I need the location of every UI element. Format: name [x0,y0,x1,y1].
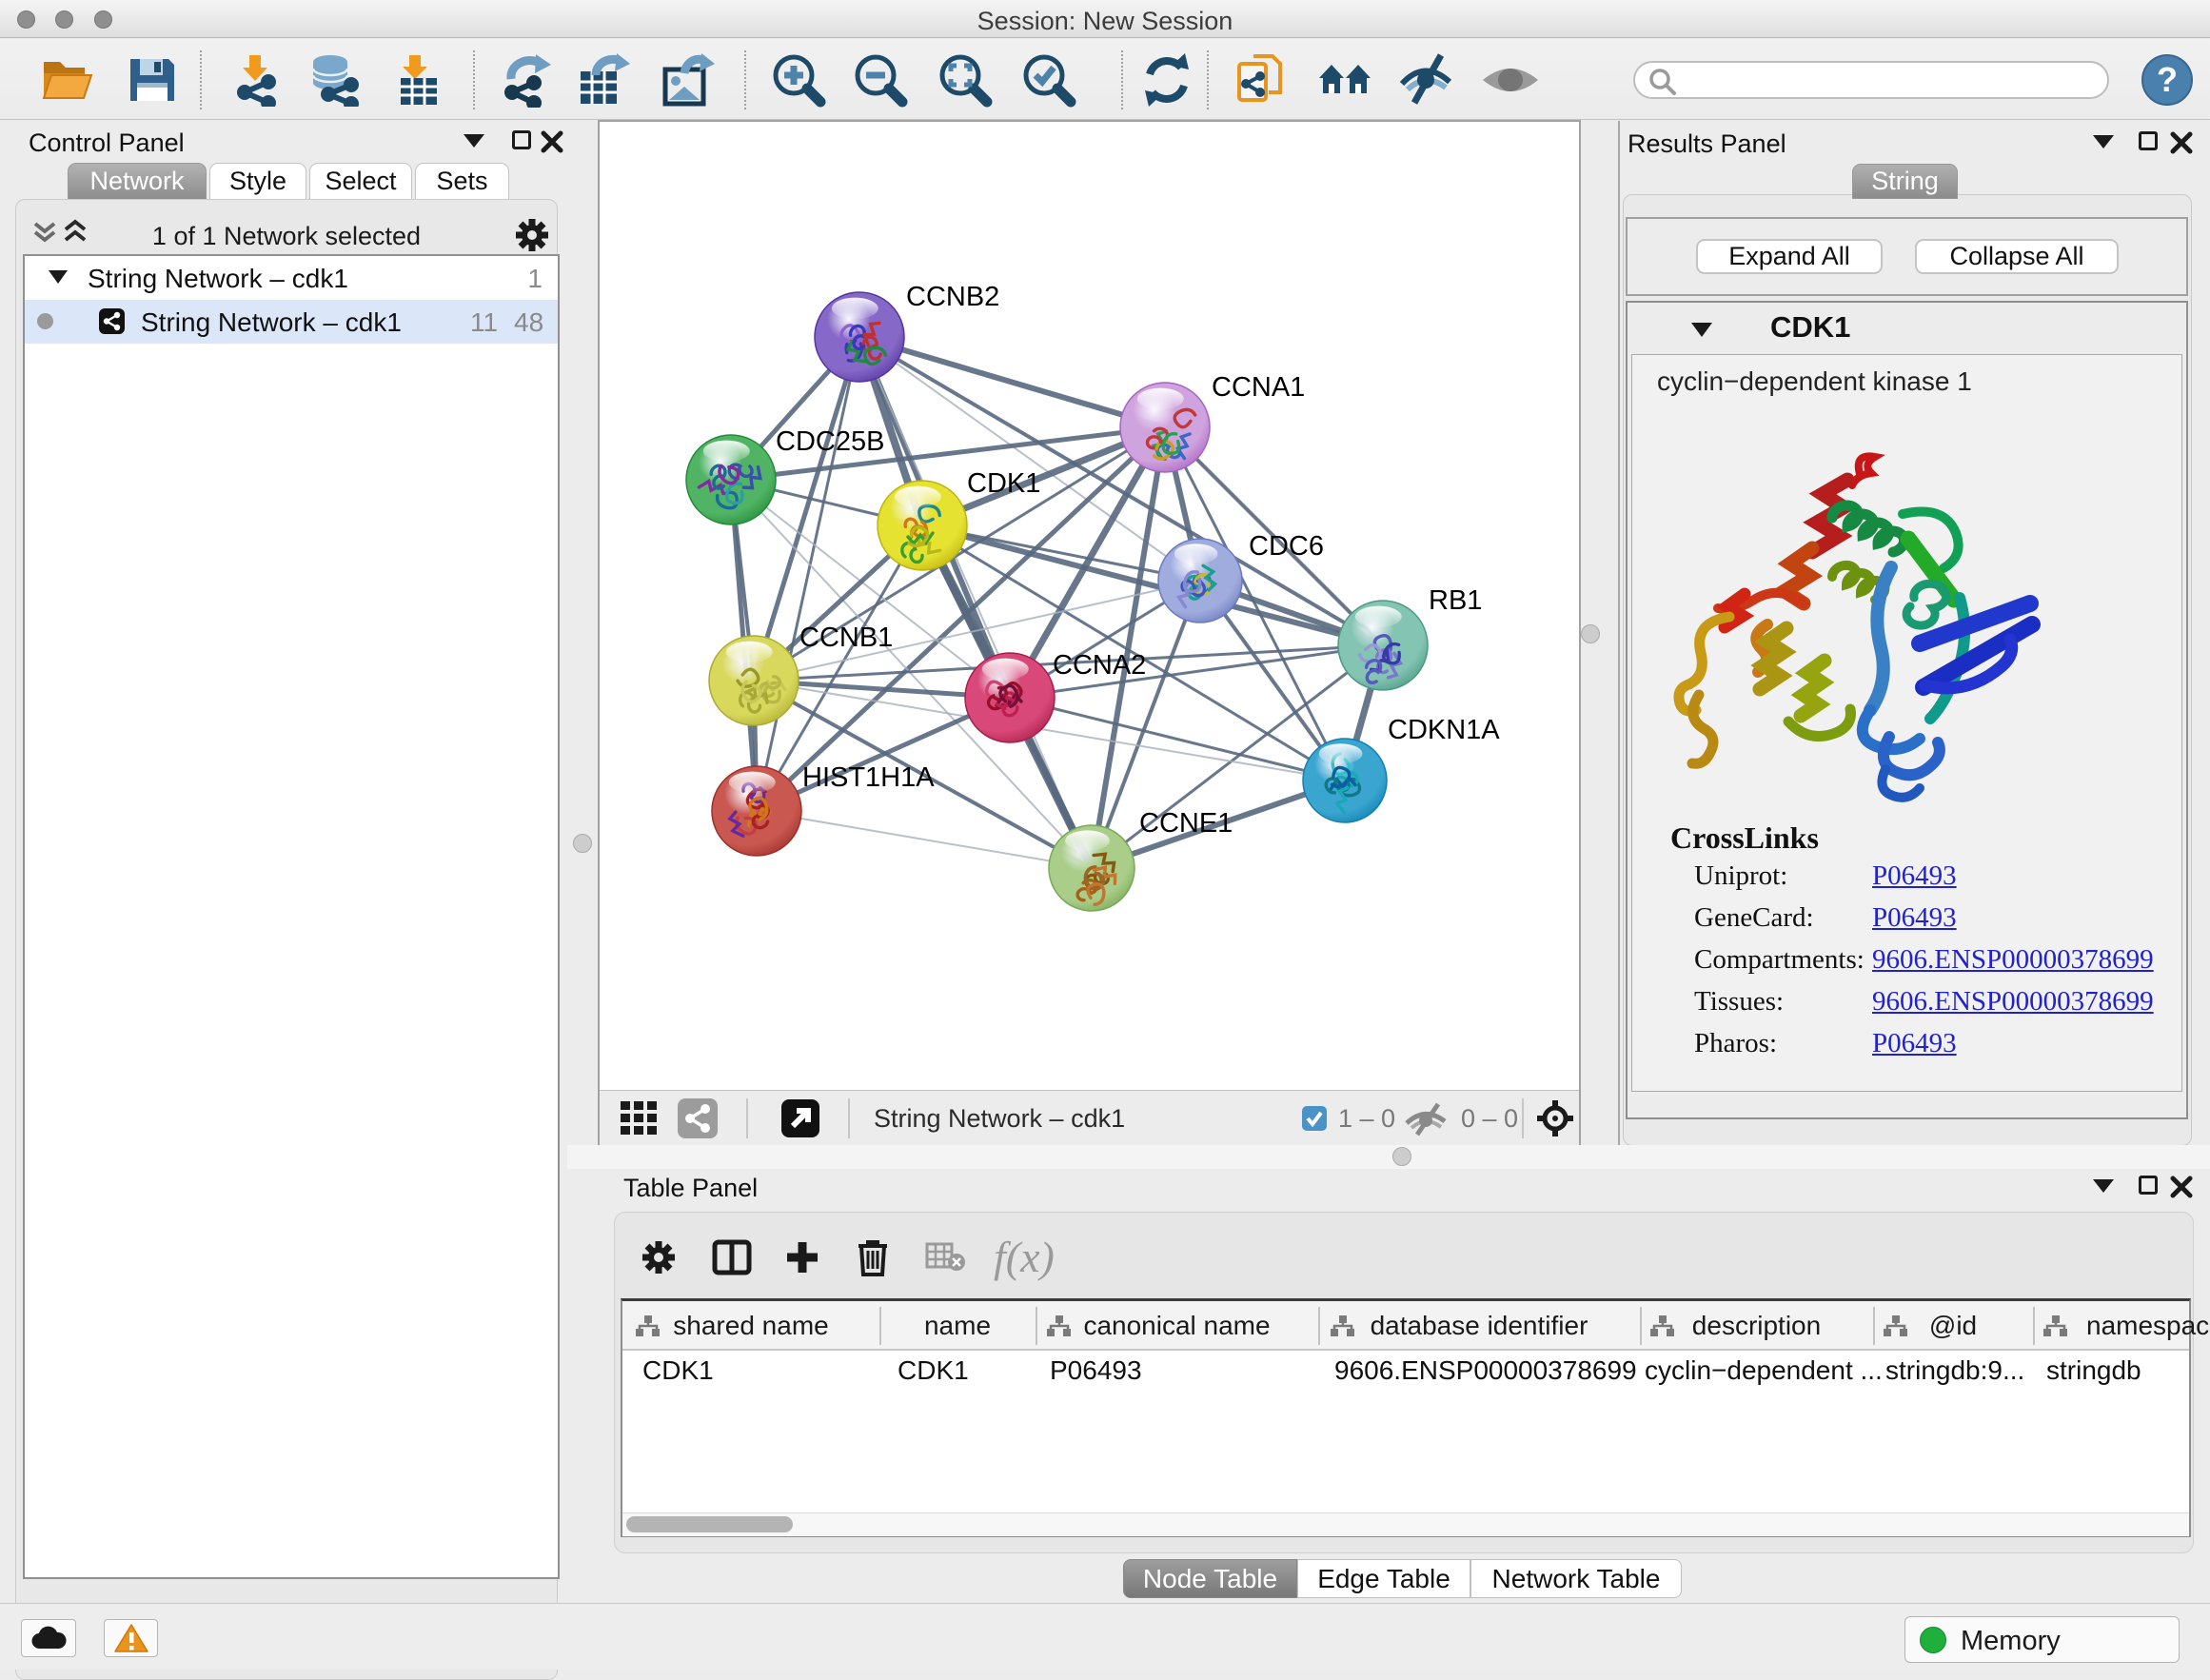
svg-text:RB1: RB1 [1429,585,1482,616]
svg-text:HIST1H1A: HIST1H1A [802,762,935,793]
svg-text:CDC6: CDC6 [1249,531,1324,562]
svg-text:?: ? [2157,60,2178,99]
svg-text:CDC25B: CDC25B [776,426,884,457]
svg-text:CCNB2: CCNB2 [906,282,999,312]
svg-text:CDKN1A: CDKN1A [1388,715,1500,745]
svg-text:CCNA2: CCNA2 [1053,650,1146,681]
svg-text:CCNB1: CCNB1 [799,623,893,653]
svg-text:CDK1: CDK1 [967,468,1040,499]
svg-text:CCNA1: CCNA1 [1212,372,1305,403]
svg-text:CCNE1: CCNE1 [1139,808,1233,839]
